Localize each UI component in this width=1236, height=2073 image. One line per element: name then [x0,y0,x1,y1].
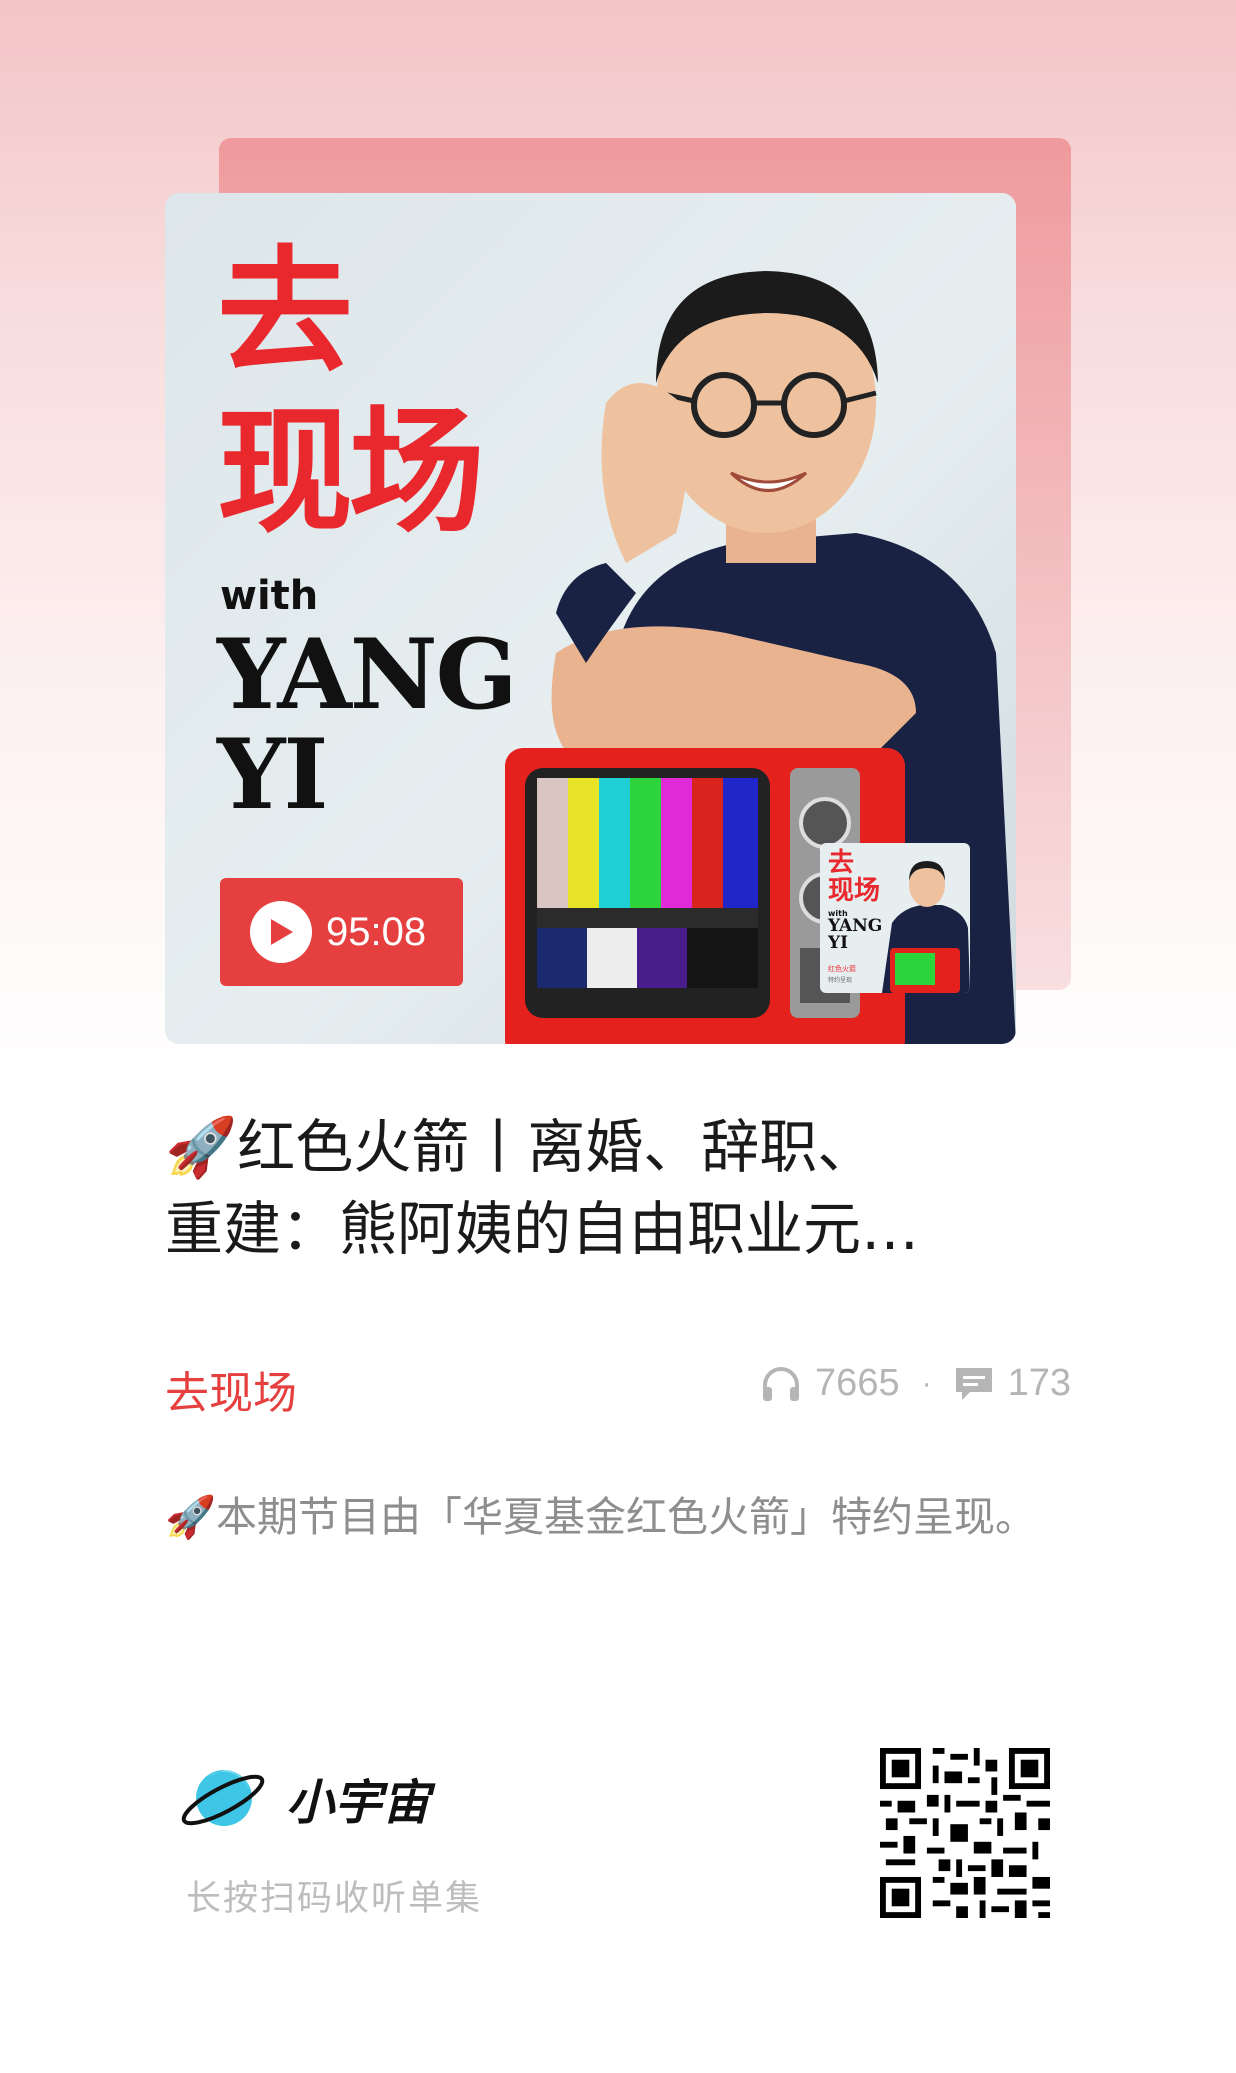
stats-separator: · [921,1366,932,1400]
duration: 95:08 [326,909,427,954]
brand-name: 小宇宙 [286,1775,431,1831]
headphones-icon [763,1366,800,1401]
mini-host-photo [882,861,970,993]
cover-with-label: with [220,573,319,619]
episode-stats: 7665 · 173 [761,1362,1071,1405]
brand-logo: 小宇宙 [178,1762,430,1834]
comment-count: 173 [1007,1362,1071,1404]
planet-icon [181,1770,265,1826]
mini-cover-thumbnail: 去现场 with YANG YI 红色火箭 特约呈现 [820,843,970,993]
play-count: 7665 [815,1362,900,1404]
episode-title[interactable]: 🚀红色火箭丨离婚、辞职、 重建：熊阿姨的自由职业元… [165,1106,1055,1270]
podcast-name-link[interactable]: 去现场 [165,1357,297,1421]
episode-description: 🚀本期节目由「华夏基金红色火箭」特约呈现。 [165,1493,1037,1541]
qr-code[interactable] [880,1748,1050,1918]
comment-icon [955,1367,992,1400]
play-button[interactable]: 95:08 [220,878,463,986]
play-icon [250,901,312,963]
scan-hint: 长按扫码收听单集 [186,1879,483,1919]
cover-host-name: YANG YI [217,618,518,831]
cover-title: 去 现场 [217,234,485,552]
cover-art[interactable]: 去 现场 with YANG YI 95:08 去现场 with YANG YI … [165,193,1016,1044]
